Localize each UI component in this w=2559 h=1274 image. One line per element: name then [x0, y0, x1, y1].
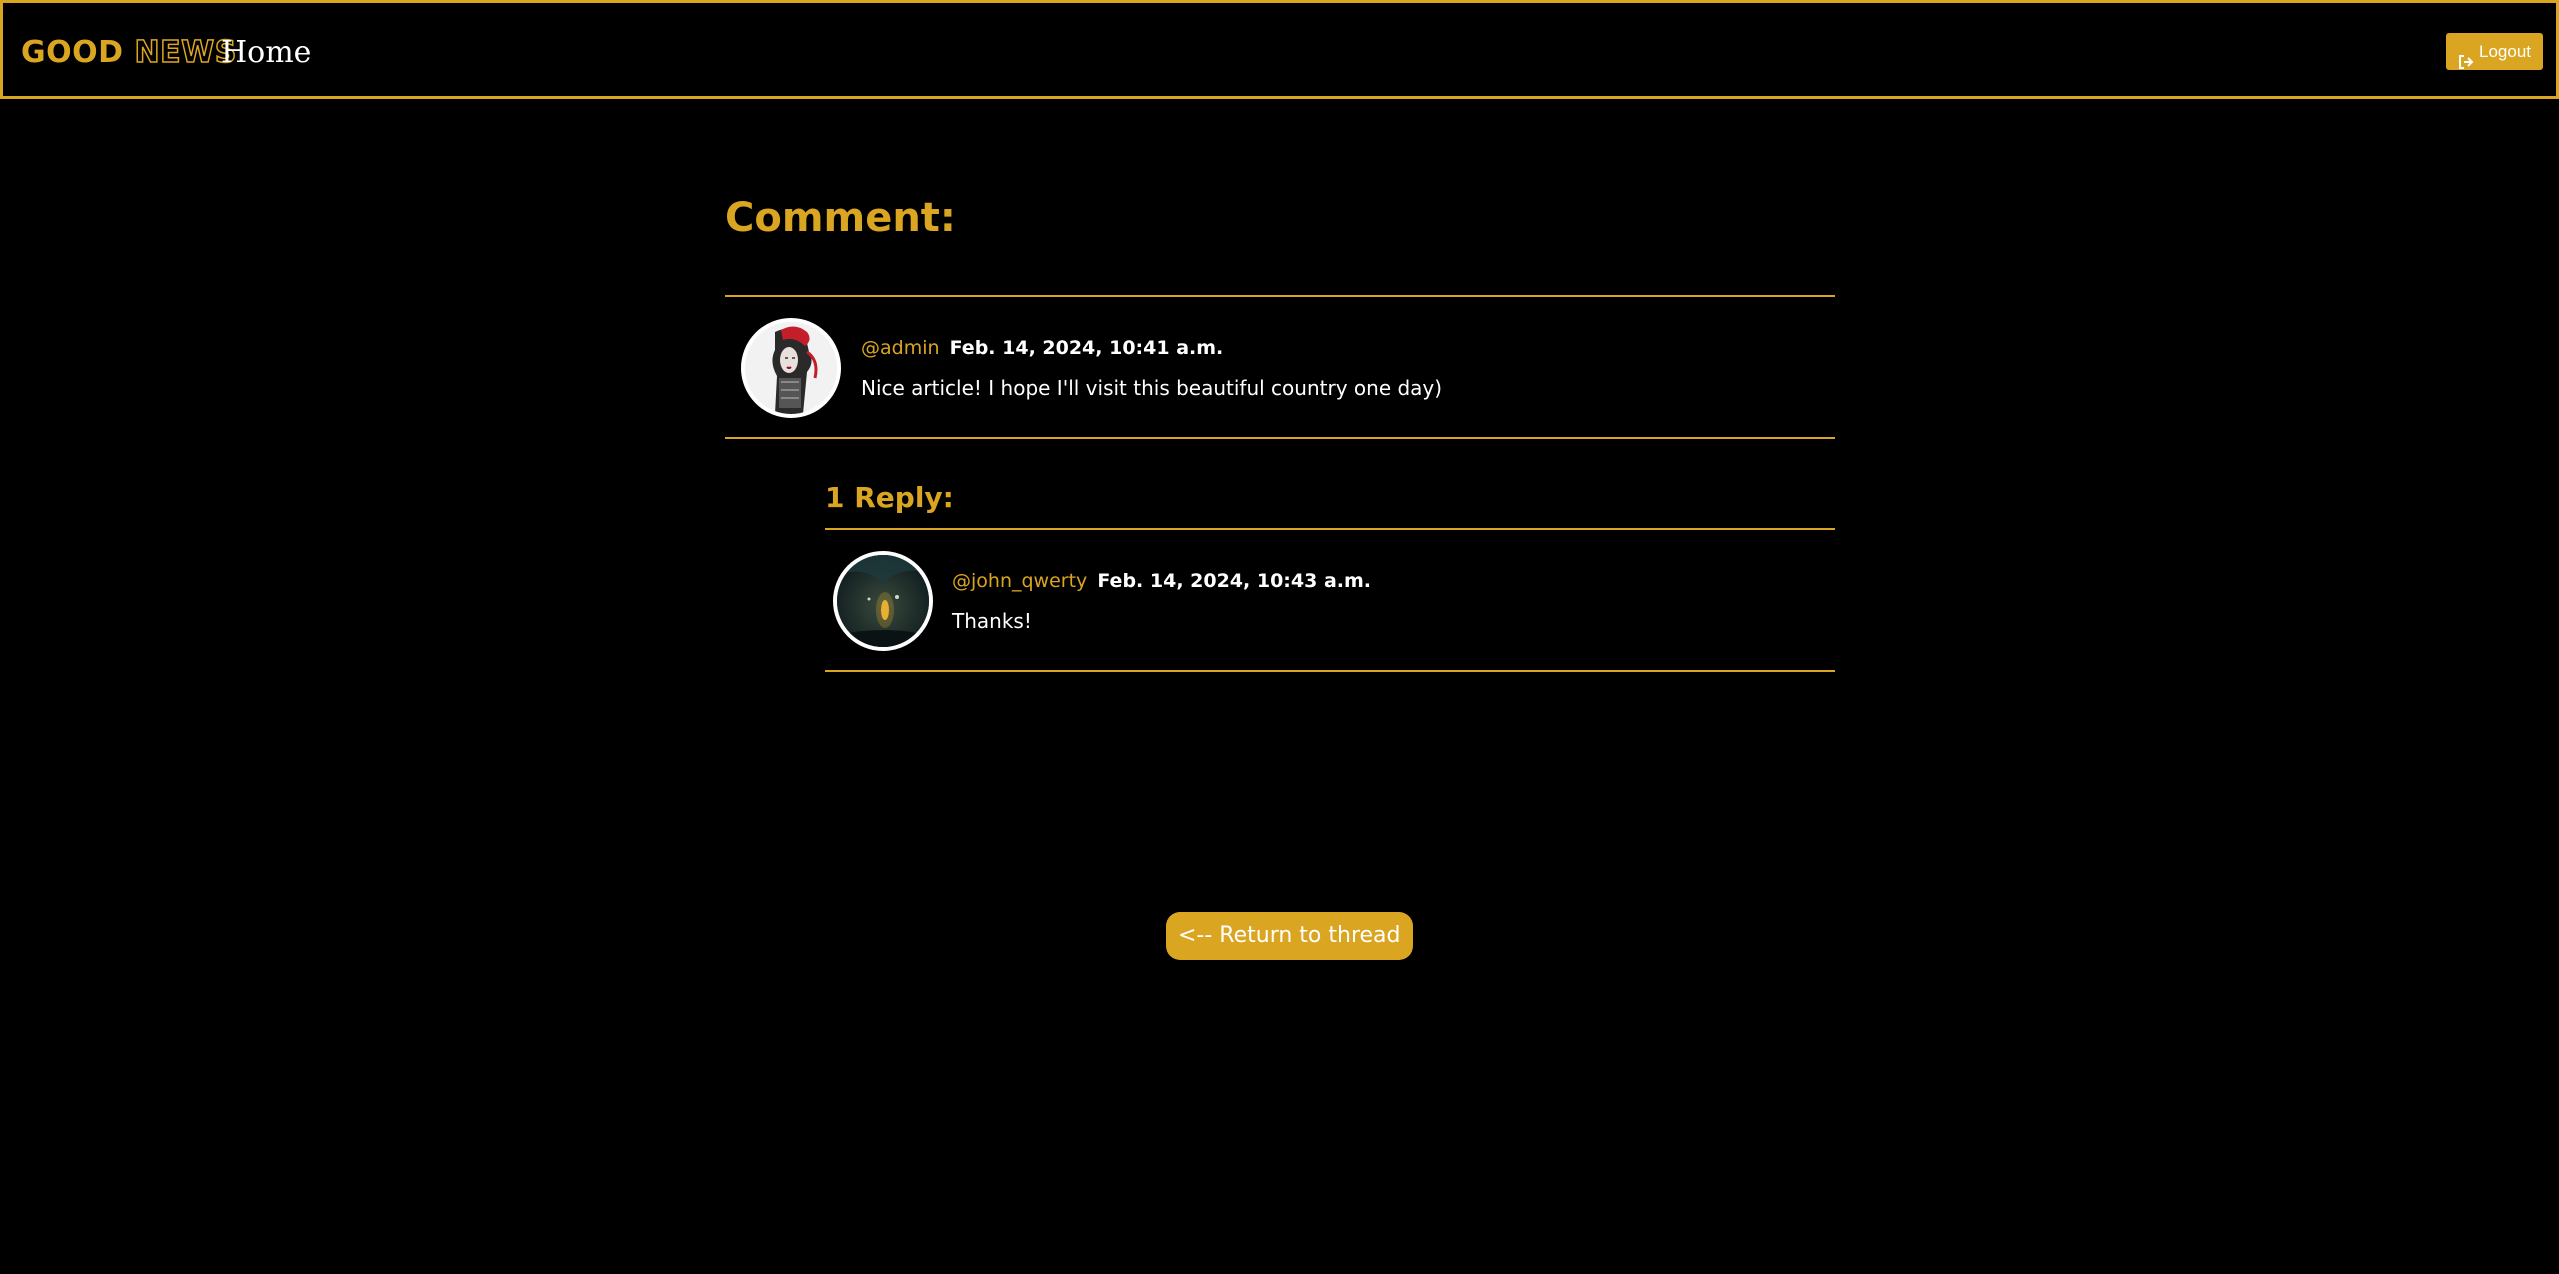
comment-meta: @admin Feb. 14, 2024, 10:41 a.m. [861, 335, 1223, 361]
replies-heading: 1 Reply: [825, 481, 954, 514]
comment-item: @admin Feb. 14, 2024, 10:41 a.m. Nice ar… [725, 295, 1835, 439]
reply-text: Thanks! [952, 609, 1032, 633]
avatar[interactable] [833, 551, 933, 651]
nav-home-link[interactable]: Home [221, 34, 311, 72]
avatar[interactable] [741, 318, 841, 418]
comment-username[interactable]: @admin [861, 337, 940, 359]
reply-item: @john_qwerty Feb. 14, 2024, 10:43 a.m. T… [825, 528, 1835, 672]
logout-button[interactable]: Logout [2446, 33, 2543, 70]
sign-out-icon [2458, 45, 2474, 69]
logout-label: Logout [2479, 42, 2531, 61]
page-title: Comment: [725, 195, 956, 241]
brand-good: GOOD [21, 35, 124, 70]
reply-username[interactable]: @john_qwerty [952, 570, 1087, 592]
reply-date: Feb. 14, 2024, 10:43 a.m. [1097, 570, 1372, 592]
comment-date: Feb. 14, 2024, 10:41 a.m. [949, 337, 1224, 359]
comment-text: Nice article! I hope I'll visit this bea… [861, 376, 1443, 400]
return-to-thread-button[interactable]: <-- Return to thread [1166, 912, 1413, 960]
brand-logo[interactable]: GOOD NEWS [21, 34, 237, 72]
reply-meta: @john_qwerty Feb. 14, 2024, 10:43 a.m. [952, 568, 1371, 594]
navbar: GOOD NEWS Home Logout [0, 0, 2559, 99]
